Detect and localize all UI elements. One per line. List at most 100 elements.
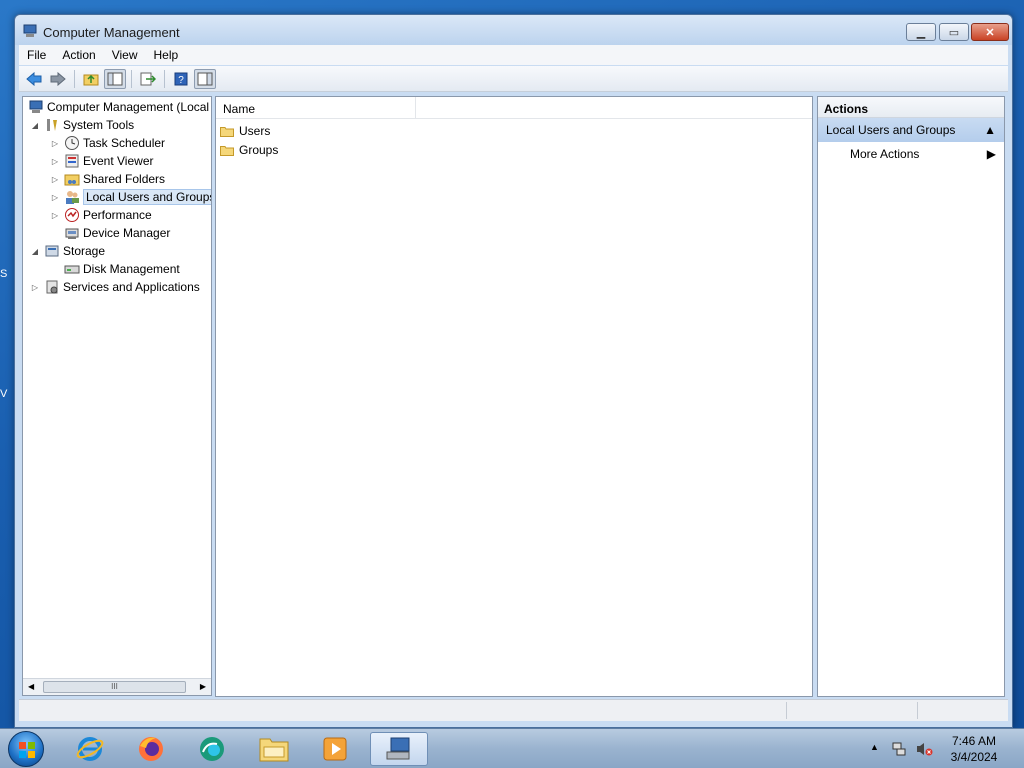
action-pane-icon <box>197 72 213 85</box>
toolbar: ? <box>19 66 1008 92</box>
computer-management-window: Computer Management ▁ ▭ ✕ File Action Vi… <box>14 14 1013 728</box>
title-bar[interactable]: Computer Management ▁ ▭ ✕ <box>15 15 1012 45</box>
scroll-left-icon[interactable]: ◀ <box>28 682 34 691</box>
up-one-level-button[interactable] <box>80 69 102 89</box>
menu-file[interactable]: File <box>19 48 54 62</box>
more-actions-item[interactable]: More Actions ▶ <box>818 142 1004 166</box>
tree-item-label: System Tools <box>63 118 135 132</box>
list-item-users[interactable]: Users <box>220 122 270 140</box>
folder-icon <box>220 145 234 156</box>
expand-arrow-icon[interactable]: ▷ <box>49 175 61 184</box>
help-icon: ? <box>174 72 188 86</box>
horizontal-scrollbar[interactable]: ◀ III ▶ <box>23 678 211 695</box>
close-button[interactable]: ✕ <box>971 23 1009 41</box>
show-hidden-icons-icon[interactable]: ▲ <box>870 742 879 752</box>
folder-icon <box>220 126 234 137</box>
collapse-up-icon[interactable]: ▲ <box>984 123 996 137</box>
tree-item-services-and-applications[interactable]: ▷ Services and Applications <box>29 278 200 296</box>
forward-button[interactable] <box>47 69 69 89</box>
show-hide-action-pane-button[interactable] <box>194 68 216 89</box>
list-item-groups[interactable]: Groups <box>220 141 278 159</box>
folder-up-icon <box>83 74 99 85</box>
tree-item-local-users-and-groups[interactable]: ▷ Local Users and Groups <box>49 188 211 206</box>
tree-item-computer-management[interactable]: Computer Management (Local <box>25 98 209 116</box>
export-list-icon <box>140 72 156 85</box>
tree-item-system-tools[interactable]: ◢ System Tools <box>29 116 134 134</box>
tree-item-event-viewer[interactable]: ▷ Event Viewer <box>49 152 154 170</box>
status-bar <box>19 699 1008 721</box>
tree-item-device-manager[interactable]: Device Manager <box>49 224 170 242</box>
system-tools-icon <box>47 119 57 131</box>
performance-icon <box>65 208 79 222</box>
column-header-name[interactable]: Name <box>216 97 416 119</box>
tree-item-label: Device Manager <box>83 226 171 240</box>
toolbar-separator <box>131 69 132 88</box>
clock-date: 3/4/2024 <box>950 750 998 764</box>
status-divider <box>917 702 918 719</box>
taskbar-file-explorer[interactable] <box>252 732 296 766</box>
results-pane: Name Users Groups <box>215 96 813 697</box>
actions-section-label: Local Users and Groups <box>826 123 956 137</box>
expand-arrow-icon[interactable]: ▷ <box>49 193 61 202</box>
tree-item-label: Local Users and Groups <box>83 189 211 205</box>
minimize-button[interactable]: ▁ <box>906 23 936 41</box>
taskbar-edge[interactable] <box>190 732 234 766</box>
network-icon[interactable] <box>891 741 907 757</box>
actions-section-local-users-and-groups[interactable]: Local Users and Groups ▲ <box>818 118 1004 142</box>
console-tree: Computer Management (Local ◢ System Tool… <box>22 96 212 696</box>
list-item-label: Groups <box>239 143 279 157</box>
menu-help[interactable]: Help <box>146 48 187 62</box>
tree-item-shared-folders[interactable]: ▷ Shared Folders <box>49 170 165 188</box>
expand-arrow-icon[interactable]: ▷ <box>49 211 61 220</box>
expand-arrow-icon[interactable]: ▷ <box>49 157 61 166</box>
svg-text:?: ? <box>178 75 184 86</box>
back-button[interactable] <box>23 69 45 89</box>
expand-arrow-icon[interactable]: ▷ <box>29 283 41 292</box>
menu-view[interactable]: View <box>104 48 146 62</box>
collapse-arrow-icon[interactable]: ◢ <box>29 247 41 256</box>
window-title: Computer Management <box>43 25 180 40</box>
media-player-icon <box>323 737 347 761</box>
tree-item-label: Computer Management (Local <box>47 100 210 114</box>
tree-item-label: Shared Folders <box>83 172 166 186</box>
tree-item-disk-management[interactable]: Disk Management <box>49 260 180 278</box>
minimize-icon: ▁ <box>916 26 926 39</box>
scrollbar-thumb[interactable]: III <box>43 681 186 693</box>
start-button[interactable] <box>8 731 44 767</box>
desktop-edge-text: S <box>0 268 8 280</box>
actions-pane: Actions Local Users and Groups ▲ More Ac… <box>817 96 1005 697</box>
tree-item-label: Performance <box>83 208 152 222</box>
menu-action[interactable]: Action <box>54 48 103 62</box>
firefox-icon <box>139 737 163 761</box>
export-list-button[interactable] <box>137 69 159 89</box>
taskbar-computer-management[interactable] <box>370 732 428 766</box>
scroll-right-icon[interactable]: ▶ <box>200 682 206 691</box>
maximize-button[interactable]: ▭ <box>939 23 969 41</box>
expand-arrow-icon[interactable]: ▷ <box>49 139 61 148</box>
back-arrow-icon <box>26 71 42 86</box>
taskbar: ▲ 7:46 AM 3/4/2024 <box>0 728 1024 768</box>
system-clock[interactable]: 7:46 AM 3/4/2024 <box>944 733 1004 765</box>
tree-item-task-scheduler[interactable]: ▷ Task Scheduler <box>49 134 165 152</box>
taskbar-internet-explorer[interactable] <box>68 732 112 766</box>
help-button[interactable]: ? <box>170 69 192 89</box>
list-item-label: Users <box>239 124 271 138</box>
tree-item-performance[interactable]: ▷ Performance <box>49 206 152 224</box>
windows-logo-icon <box>19 742 35 758</box>
menu-bar: File Action View Help <box>19 45 1008 65</box>
close-icon: ✕ <box>985 26 995 39</box>
clock-time: 7:46 AM <box>951 734 997 748</box>
users-icon <box>66 191 79 204</box>
taskbar-firefox[interactable] <box>129 732 173 766</box>
computer-management-icon <box>23 24 37 37</box>
show-hide-console-tree-button[interactable] <box>104 68 126 89</box>
taskbar-media-player[interactable] <box>313 732 357 766</box>
column-header-row: Name <box>216 97 812 119</box>
volume-muted-icon[interactable] <box>915 741 933 757</box>
maximize-icon: ▭ <box>948 26 960 39</box>
collapse-arrow-icon[interactable]: ◢ <box>29 121 41 130</box>
tree-item-storage[interactable]: ◢ Storage <box>29 242 105 260</box>
device-manager-icon <box>65 228 79 239</box>
submenu-arrow-icon: ▶ <box>986 147 996 161</box>
file-explorer-icon <box>259 738 289 762</box>
